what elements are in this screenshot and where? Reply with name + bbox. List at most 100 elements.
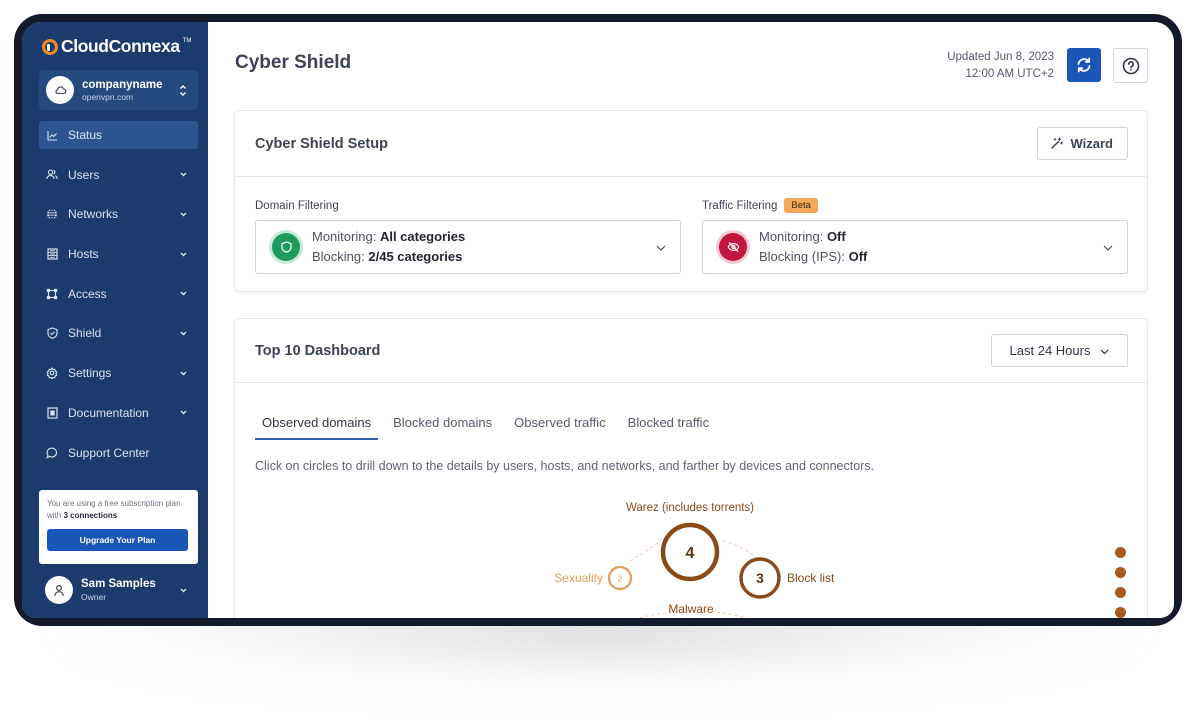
globe-icon: [46, 208, 58, 220]
app-screen: CloudConnexa TM companyname openvpn.com: [22, 22, 1174, 618]
bubble-warez[interactable]: 4: [660, 522, 720, 582]
sidebar-item-status[interactable]: Status: [39, 121, 198, 149]
beta-badge: Beta: [784, 198, 818, 213]
sidebar-item-label: Documentation: [68, 405, 149, 420]
domain-status-indicator: [272, 233, 300, 261]
chevron-down-icon: [178, 252, 188, 257]
sidebar-item-documentation[interactable]: Documentation: [39, 399, 198, 427]
traffic-blocking: Blocking (IPS): Off: [759, 249, 868, 264]
tab-blocked-traffic[interactable]: Blocked traffic: [621, 406, 716, 438]
bubble-sexuality[interactable]: 2: [607, 565, 633, 591]
chevron-down-icon: [178, 212, 188, 217]
sidebar: CloudConnexa TM companyname openvpn.com: [22, 22, 208, 618]
org-avatar: [46, 76, 74, 104]
page-dot[interactable]: [1115, 607, 1126, 618]
sidebar-item-label: Users: [68, 167, 100, 182]
refresh-button[interactable]: [1067, 48, 1101, 82]
time-range-select[interactable]: Last 24 Hours: [991, 334, 1128, 367]
updated-timestamp: Updated Jun 8, 2023 12:00 AM UTC+2: [947, 51, 1054, 80]
wizard-button[interactable]: Wizard: [1036, 127, 1128, 160]
traffic-filtering: Traffic Filtering Beta Monitoring: Off B…: [702, 197, 1128, 274]
user-icon: [54, 584, 64, 596]
plan-text: You are using a free subscription plan w…: [47, 499, 181, 520]
sidebar-item-label: Settings: [68, 366, 112, 381]
sidebar-item-settings[interactable]: Settings: [39, 359, 198, 387]
access-nodes-icon: [46, 288, 58, 300]
chart-line-icon: [46, 129, 58, 141]
upgrade-plan-button[interactable]: Upgrade Your Plan: [47, 529, 188, 551]
refresh-icon: [1077, 57, 1091, 73]
time-range-value: Last 24 Hours: [1009, 343, 1091, 358]
traffic-monitoring: Monitoring: Off: [759, 229, 846, 244]
wizard-label: Wizard: [1070, 136, 1114, 151]
sidebar-nav: Status Users Networks Hosts Access Shiel…: [39, 121, 198, 478]
tab-observed-traffic[interactable]: Observed traffic: [507, 406, 613, 438]
main-content: Cyber Shield Updated Jun 8, 2023 12:00 A…: [208, 22, 1174, 618]
traffic-filtering-label: Traffic Filtering Beta: [702, 197, 1128, 214]
setup-title: Cyber Shield Setup: [255, 135, 388, 152]
domain-filtering-label: Domain Filtering: [255, 199, 339, 212]
sidebar-item-shield[interactable]: Shield: [39, 319, 198, 347]
bubble-label-block-list: Block list: [787, 571, 835, 585]
org-domain: openvpn.com: [82, 91, 134, 102]
sidebar-item-access[interactable]: Access: [39, 280, 198, 308]
top-10-dashboard-card: Top 10 Dashboard Last 24 Hours Observed …: [234, 318, 1148, 618]
page-dot[interactable]: [1115, 567, 1126, 578]
openvpn-logo-icon: [42, 38, 58, 55]
sidebar-item-label: Networks: [68, 207, 119, 222]
page-dot[interactable]: [1115, 587, 1126, 598]
traffic-filtering-dropdown[interactable]: Monitoring: Off Blocking (IPS): Off: [702, 220, 1128, 274]
bubble-count-warez: 4: [686, 545, 695, 562]
org-switcher[interactable]: companyname openvpn.com: [39, 70, 198, 110]
logo[interactable]: CloudConnexa TM: [42, 36, 191, 57]
bubble-count-sexuality: 2: [618, 575, 623, 584]
domain-filtering-dropdown[interactable]: Monitoring: All categories Blocking: 2/4…: [255, 220, 681, 274]
chat-bubble-icon: [46, 447, 58, 459]
chevron-down-icon: [1103, 238, 1113, 256]
chevron-down-icon: [178, 331, 188, 336]
tab-observed-domains[interactable]: Observed domains: [255, 406, 379, 440]
chevron-up-down-icon: [176, 84, 190, 97]
user-menu[interactable]: Sam Samples Owner: [39, 572, 198, 608]
cyber-shield-setup-card: Cyber Shield Setup Wizard Domain Filteri…: [234, 110, 1148, 292]
page-title: Cyber Shield: [235, 52, 352, 73]
bubble-label-malware: Malware: [668, 602, 714, 616]
document-icon: [46, 407, 58, 419]
help-button[interactable]: [1113, 48, 1148, 83]
plan-card: You are using a free subscription plan w…: [39, 490, 198, 564]
plan-connections: 3 connections: [63, 511, 118, 520]
page-dot[interactable]: [1115, 547, 1126, 558]
chevron-down-icon: [178, 410, 188, 415]
logo-text: CloudConnexa: [61, 36, 180, 56]
pagination-dots: [1115, 547, 1126, 618]
bubble-chart: Warez (includes torrents) 4 3 Block list…: [554, 502, 835, 618]
sidebar-item-users[interactable]: Users: [39, 161, 198, 189]
logo-trademark: TM: [182, 38, 192, 44]
sidebar-item-label: Status: [68, 128, 103, 142]
chevron-down-icon: [178, 172, 188, 177]
org-name: companyname: [82, 78, 163, 91]
chevron-down-icon: [178, 291, 188, 296]
domain-filtering: Domain Filtering Monitoring: All categor…: [255, 197, 681, 274]
magic-wand-icon: [1050, 137, 1063, 149]
avatar: [45, 576, 73, 604]
bubble-block-list[interactable]: 3: [739, 557, 781, 599]
bubble-label-warez: Warez (includes torrents): [626, 502, 754, 514]
cloud-icon: [54, 86, 66, 95]
chevron-down-icon: [178, 588, 188, 593]
sidebar-item-support-center[interactable]: Support Center: [39, 439, 198, 467]
tab-blocked-domains[interactable]: Blocked domains: [386, 406, 499, 438]
chevron-down-icon: [656, 238, 666, 256]
sidebar-item-hosts[interactable]: Hosts: [39, 240, 198, 268]
chevron-down-icon: [1100, 343, 1109, 358]
sidebar-item-networks[interactable]: Networks: [39, 200, 198, 228]
sidebar-item-label: Hosts: [68, 247, 99, 262]
dashboard-title: Top 10 Dashboard: [255, 342, 381, 359]
dashboard-tabs: Observed domains Blocked domains Observe…: [255, 406, 724, 440]
domain-monitoring: Monitoring: All categories: [312, 229, 466, 244]
bubble-count-block-list: 3: [756, 571, 764, 586]
sidebar-item-label: Support Center: [68, 445, 150, 460]
user-role: Owner: [81, 592, 107, 602]
domain-blocking: Blocking: 2/45 categories: [312, 249, 463, 264]
stage: CloudConnexa TM companyname openvpn.com: [0, 0, 1196, 726]
